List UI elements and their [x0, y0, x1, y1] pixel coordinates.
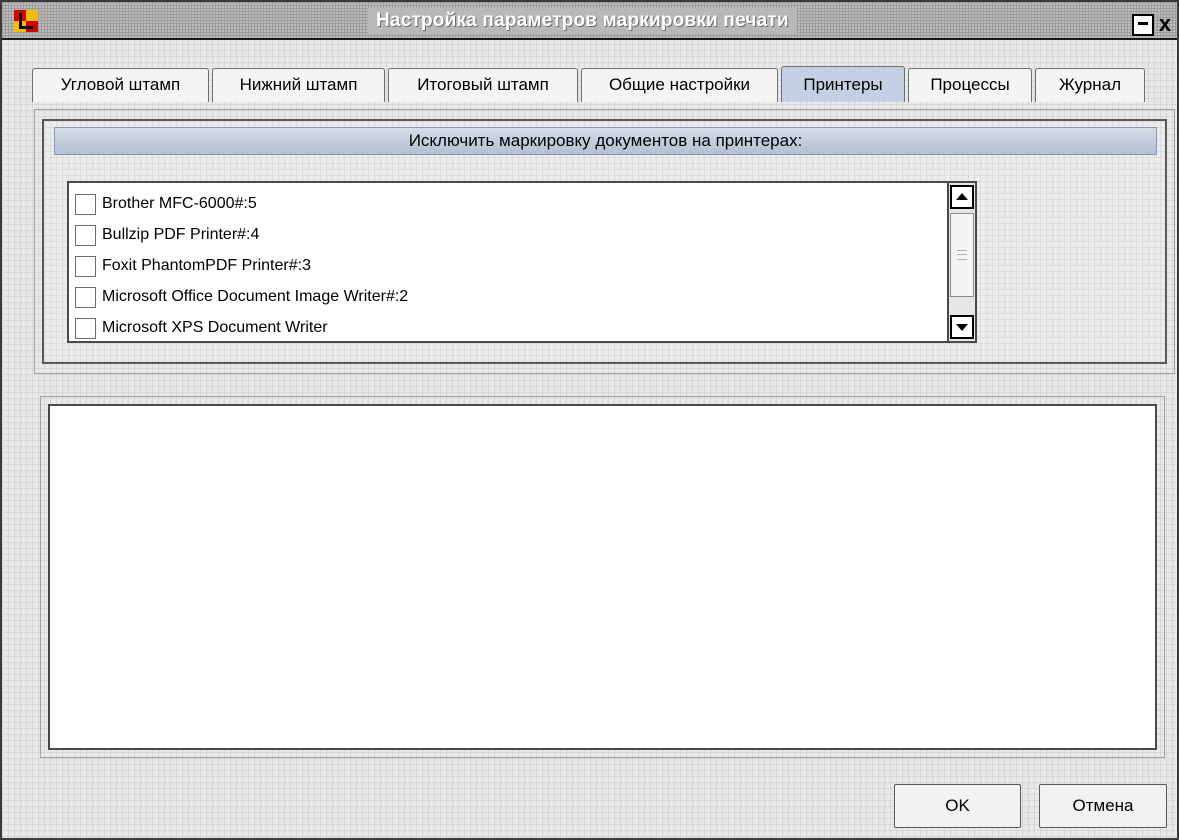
printer-label: Microsoft Office Document Image Writer#:… [102, 288, 409, 305]
list-item[interactable]: Brother MFC-6000#:5 [75, 189, 955, 220]
tab-printers[interactable]: Принтеры [781, 66, 905, 102]
printer-checkbox[interactable] [75, 287, 96, 308]
tab-summary-stamp[interactable]: Итоговый штамп [388, 68, 578, 102]
tab-corner-stamp[interactable]: Угловой штамп [32, 68, 209, 102]
tab-general-settings[interactable]: Общие настройки [581, 68, 778, 102]
printer-checkbox[interactable] [75, 194, 96, 215]
list-item[interactable]: Microsoft Office Document Image Writer#:… [75, 282, 955, 313]
cancel-button[interactable]: Отмена [1039, 784, 1167, 828]
settings-window: Настройка параметров маркировки печати x… [0, 0, 1179, 840]
printer-label: Foxit PhantomPDF Printer#:3 [102, 257, 311, 274]
list-item[interactable]: Microsoft XPS Document Writer [75, 313, 955, 344]
scroll-up-icon[interactable] [950, 185, 974, 209]
printer-list-scrollbar[interactable] [947, 181, 977, 343]
close-button[interactable]: x [1154, 13, 1176, 36]
printer-list[interactable]: Brother MFC-6000#:5 Bullzip PDF Printer#… [67, 181, 963, 343]
minimize-button[interactable] [1132, 14, 1154, 36]
list-item[interactable]: Bullzip PDF Printer#:4 [75, 220, 955, 251]
tab-bottom-stamp[interactable]: Нижний штамп [212, 68, 385, 102]
printer-label: Brother MFC-6000#:5 [102, 195, 257, 212]
printer-checkbox[interactable] [75, 318, 96, 339]
printer-checkbox[interactable] [75, 225, 96, 246]
log-text-area[interactable] [48, 404, 1157, 750]
printers-group: Исключить маркировку документов на принт… [42, 119, 1167, 364]
scroll-down-icon[interactable] [950, 315, 974, 339]
printer-label: Microsoft XPS Document Writer [102, 319, 328, 336]
list-item[interactable]: Foxit PhantomPDF Printer#:3 [75, 251, 955, 282]
scroll-thumb[interactable] [950, 213, 974, 297]
app-logo-icon[interactable] [14, 10, 38, 32]
title-bar[interactable]: Настройка параметров маркировки печати x [2, 2, 1177, 40]
tab-journal[interactable]: Журнал [1035, 68, 1145, 102]
printer-checkbox[interactable] [75, 256, 96, 277]
tab-processes[interactable]: Процессы [908, 68, 1032, 102]
printer-label: Bullzip PDF Printer#:4 [102, 226, 260, 243]
printers-group-header: Исключить маркировку документов на принт… [54, 127, 1157, 155]
window-title: Настройка параметров маркировки печати [368, 8, 797, 34]
ok-button[interactable]: OK [894, 784, 1021, 828]
